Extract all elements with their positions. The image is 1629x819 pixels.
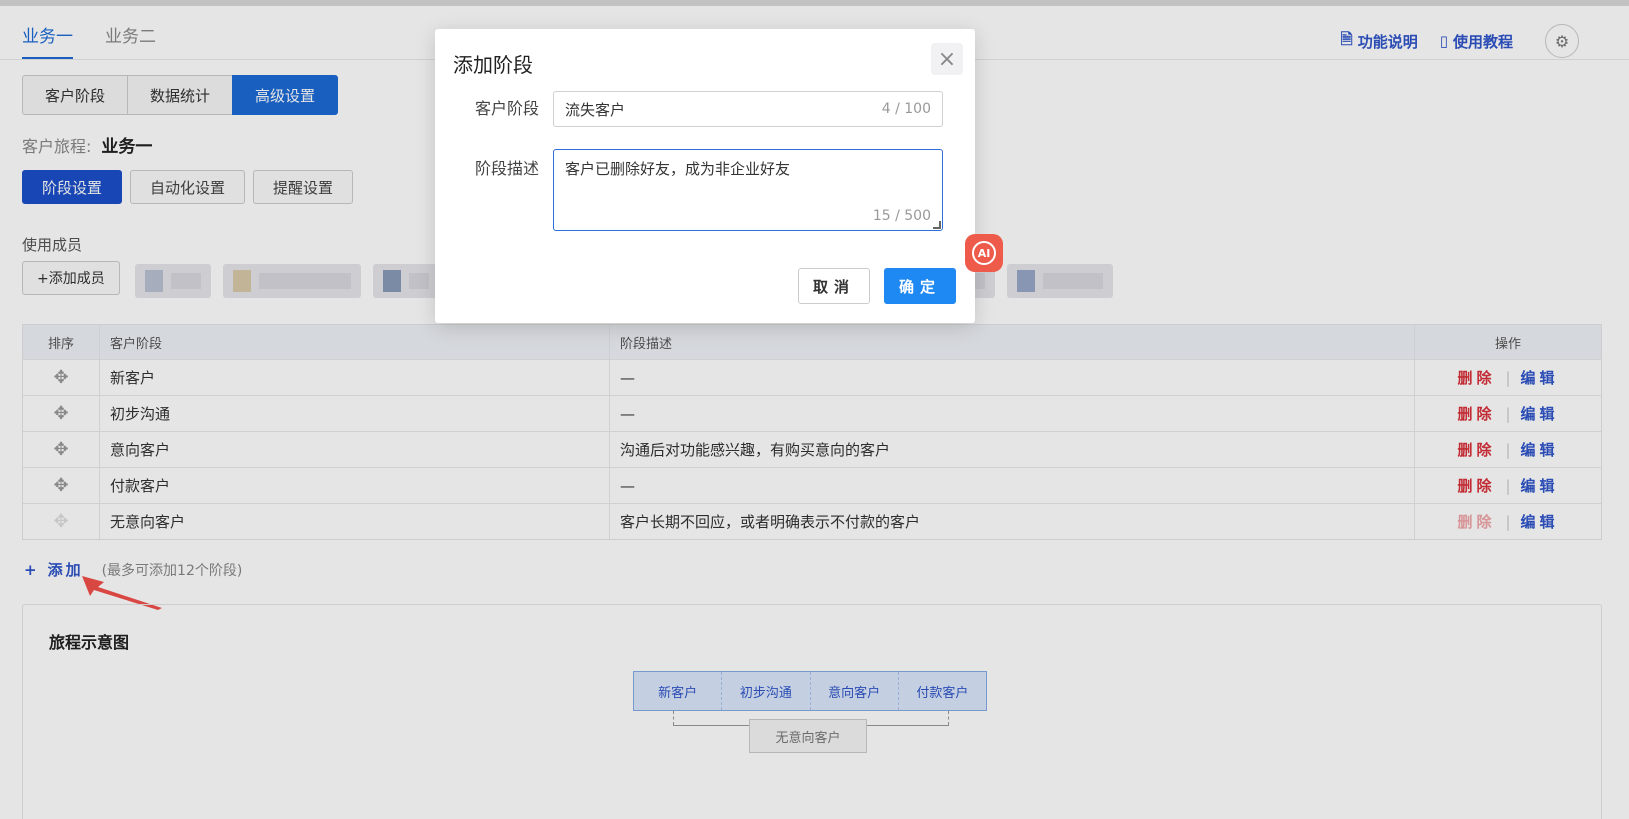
close-button[interactable]: × <box>931 43 963 75</box>
stage-desc-value: 客户已删除好友，成为非企业好友 <box>565 160 791 178</box>
add-stage-dialog: 添加阶段 × 客户阶段 流失客户 4 / 100 阶段描述 客户已删除好友，成为… <box>435 29 975 323</box>
ai-badge-label: AI <box>972 241 996 265</box>
stage-name-value: 流失客户 <box>565 100 626 119</box>
stage-name-label: 客户阶段 <box>474 99 539 118</box>
stage-name-row: 客户阶段 流失客户 4 / 100 <box>453 91 943 127</box>
stage-desc-label: 阶段描述 <box>474 159 539 178</box>
dialog-title: 添加阶段 <box>453 53 533 77</box>
stage-name-input[interactable]: 流失客户 4 / 100 <box>553 91 943 127</box>
stage-desc-row: 阶段描述 客户已删除好友，成为非企业好友 15 / 500 <box>453 149 943 231</box>
cancel-button[interactable]: 取消 <box>798 268 870 304</box>
close-icon: × <box>937 46 957 72</box>
resize-handle-icon[interactable] <box>933 221 941 229</box>
stage-desc-counter: 15 / 500 <box>872 208 931 224</box>
ai-assistant-icon[interactable]: AI <box>965 234 1003 272</box>
stage-desc-textarea[interactable]: 客户已删除好友，成为非企业好友 15 / 500 <box>553 149 943 231</box>
stage-name-counter: 4 / 100 <box>881 101 931 117</box>
confirm-button[interactable]: 确定 <box>884 268 956 304</box>
